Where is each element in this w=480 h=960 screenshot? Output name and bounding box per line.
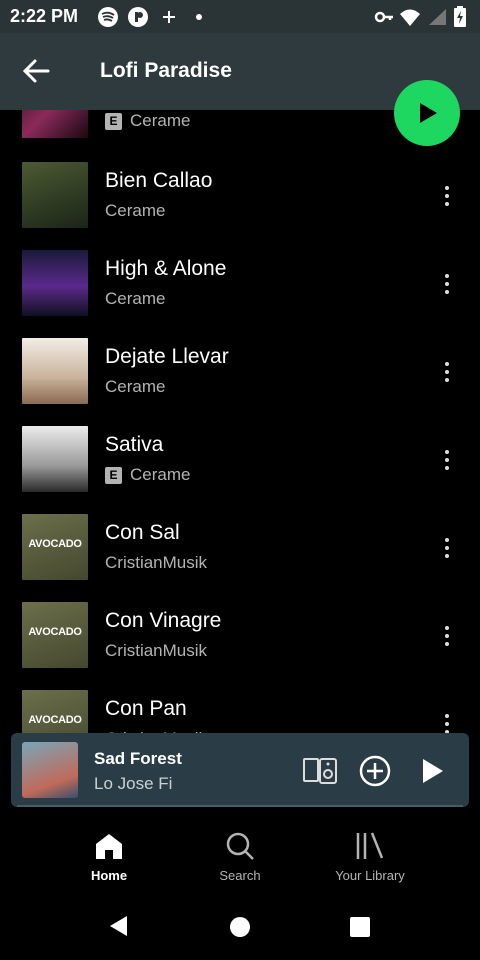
tab-home[interactable]: Home [49, 830, 169, 883]
library-icon [356, 832, 384, 859]
system-navigation-bar [0, 896, 480, 960]
track-name: Bien Callao [105, 169, 213, 192]
track-name: Con Sal [105, 521, 180, 544]
track-name: Dejate Llevar [105, 345, 229, 368]
system-home-icon[interactable] [229, 916, 251, 938]
explicit-badge: E [105, 112, 122, 130]
track-name: High & Alone [105, 257, 227, 280]
status-time: 2:22 PM [10, 6, 79, 26]
connect-device-icon[interactable] [302, 753, 338, 789]
explicit-badge: E [105, 466, 122, 484]
track-row[interactable]: High & Alone Cerame [0, 250, 480, 338]
track-artist: Cerame [130, 465, 191, 484]
track-row[interactable]: AVOCADO Con Vinagre CristianMusik [0, 602, 480, 690]
album-art-text: AVOCADO [28, 626, 82, 638]
track-artist: Cerame [105, 201, 166, 220]
status-bar: 2:22 PM [0, 0, 480, 33]
album-art-text: AVOCADO [28, 538, 82, 550]
track-artist-line: E Cerame [105, 111, 190, 131]
more-options-icon[interactable] [436, 182, 458, 208]
page-title: Lofi Paradise [100, 59, 232, 82]
play-icon[interactable] [413, 753, 449, 789]
app-notification-icon [128, 7, 148, 27]
album-art: AVOCADO [22, 602, 88, 668]
tab-search-label: Search [219, 868, 261, 883]
bottom-nav: Home Search Your Library [0, 808, 480, 896]
add-to-library-icon[interactable] [357, 753, 393, 789]
play-button[interactable] [394, 80, 460, 146]
album-art [22, 426, 88, 492]
now-playing-artist: Lo Jose Fi [94, 774, 173, 793]
wifi-icon [400, 9, 420, 26]
track-artist: Cerame [130, 111, 191, 130]
album-art: AVOCADO [22, 514, 88, 580]
tab-search[interactable]: Search [180, 830, 300, 883]
track-row[interactable]: Dejate Llevar Cerame [0, 338, 480, 426]
spotify-notification-icon [98, 7, 118, 27]
track-artist: CristianMusik [105, 553, 208, 572]
track-row[interactable]: Bien Callao Cerame [0, 162, 480, 250]
tab-your-library-label: Your Library [335, 868, 405, 883]
track-artist: Cerame [105, 377, 166, 396]
mini-player[interactable]: Sad Forest Lo Jose Fi [11, 733, 469, 807]
now-playing-title: Sad Forest [94, 749, 182, 768]
more-options-icon[interactable] [436, 622, 458, 648]
now-playing-cover [22, 742, 78, 798]
search-icon [226, 832, 254, 860]
album-art [22, 338, 88, 404]
tab-home-label: Home [90, 868, 128, 883]
more-options-icon[interactable] [436, 270, 458, 296]
track-row[interactable]: AVOCADO Con Sal CristianMusik [0, 514, 480, 602]
more-options-icon[interactable] [436, 534, 458, 560]
battery-icon [454, 6, 466, 27]
track-name: Sativa [105, 433, 164, 456]
track-artist: Cerame [105, 289, 166, 308]
track-artist: CristianMusik [105, 641, 208, 660]
back-arrow-icon[interactable] [20, 55, 52, 87]
track-name: Con Vinagre [105, 609, 222, 632]
system-back-icon[interactable] [107, 914, 131, 938]
album-art [22, 110, 88, 138]
more-options-icon[interactable] [436, 446, 458, 472]
system-recents-icon[interactable] [349, 916, 371, 938]
more-options-icon[interactable] [436, 358, 458, 384]
album-art [22, 162, 88, 228]
home-icon [96, 834, 122, 859]
track-artist-line: E Cerame [105, 465, 190, 485]
album-art [22, 250, 88, 316]
dot-notification-icon [196, 14, 202, 20]
play-icon [420, 103, 437, 123]
album-art-text: AVOCADO [28, 714, 82, 726]
track-name: Con Pan [105, 697, 187, 720]
pinwheel-notification-icon [163, 11, 175, 23]
playback-progress-bar [17, 805, 463, 807]
tab-your-library[interactable]: Your Library [310, 830, 430, 883]
track-row[interactable]: Sativa E Cerame [0, 426, 480, 514]
vpn-key-icon [374, 11, 393, 23]
cell-signal-icon [429, 9, 446, 25]
